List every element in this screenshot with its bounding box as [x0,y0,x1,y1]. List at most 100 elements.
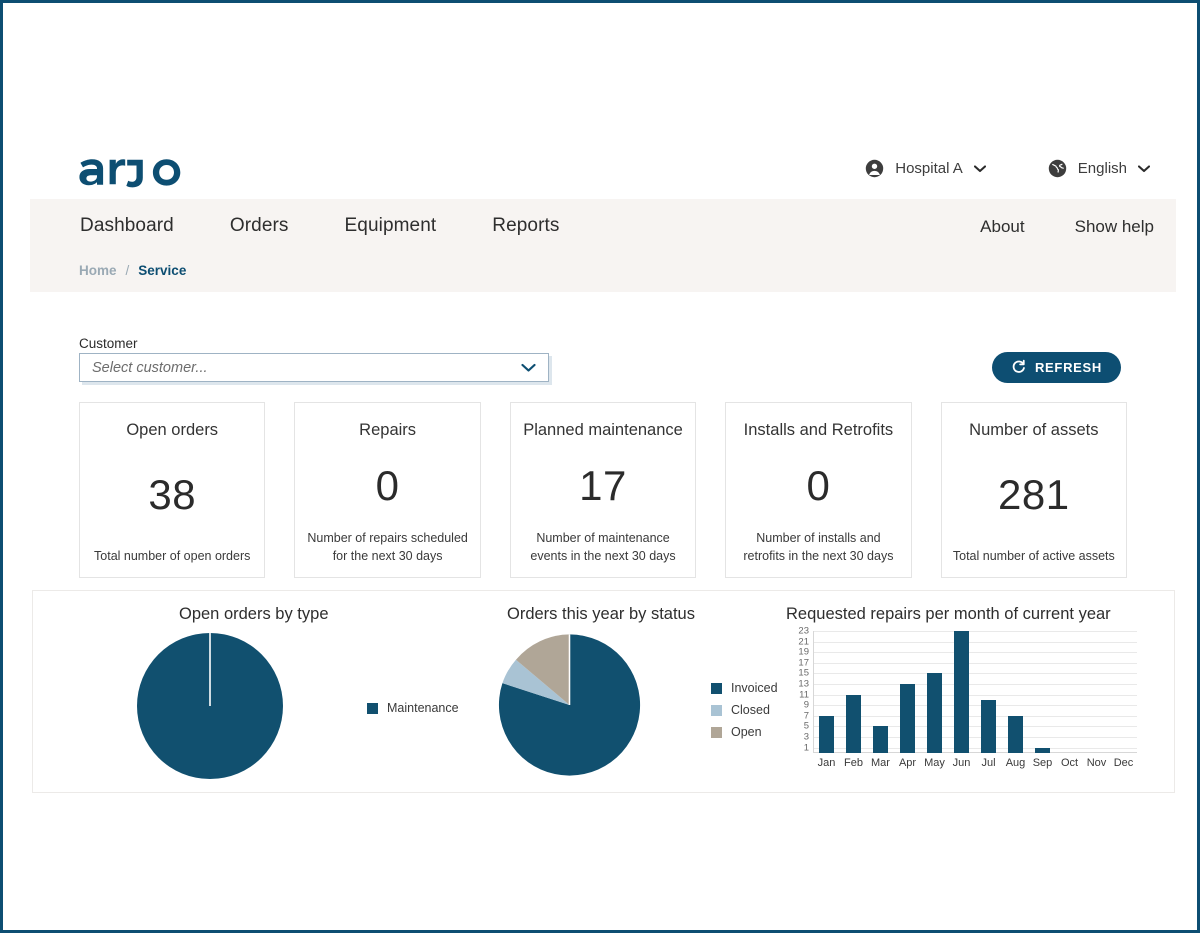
x-tick-label: Sep [1032,757,1053,769]
nav-item-show-help[interactable]: Show help [1075,217,1154,237]
legend-open-orders-by-type: Maintenance [367,701,459,715]
gridline [813,662,1137,664]
legend-item[interactable]: Maintenance [367,701,459,715]
account-menu[interactable]: Hospital A [865,159,986,178]
chart-title-requested-repairs: Requested repairs per month of current y… [786,605,1111,623]
bar-mar[interactable] [872,726,889,753]
legend-swatch-closed [711,704,722,716]
kpi-value: 0 [806,461,831,509]
charts-panel: Open orders by type Maintenance Orders t… [32,590,1175,793]
bar-jun[interactable] [953,631,970,753]
bar-may[interactable] [926,673,943,753]
x-tick-label: Jun [952,757,971,769]
kpi-value: 0 [375,461,400,509]
refresh-button-label: REFRESH [1034,360,1102,375]
refresh-button[interactable]: REFRESH [991,352,1121,383]
legend-item[interactable]: Closed [711,703,778,717]
kpi-subtitle: Number of installs and retrofits in the … [743,530,894,563]
y-tick-label: 17 [798,657,809,669]
gridline [813,641,1137,643]
legend-label: Maintenance [387,701,459,715]
legend-item[interactable]: Invoiced [711,681,778,695]
gridline [813,631,1137,632]
chevron-down-icon [973,160,986,177]
bar-chart-x-axis [813,752,1137,753]
bar-chart-y-axis [813,631,814,753]
x-tick-label: Dec [1113,757,1134,769]
nav-item-dashboard[interactable]: Dashboard [80,215,174,237]
kpi-card-repairs: Repairs 0 Number of repairs scheduled fo… [294,402,481,578]
x-tick-label: Jan [817,757,836,769]
customer-label: Customer [79,336,138,351]
nav-item-reports[interactable]: Reports [492,215,559,237]
header-actions: Hospital A English [865,159,1151,178]
nav-item-orders[interactable]: Orders [230,215,289,237]
y-tick-label: 11 [799,689,809,701]
gridline [813,726,1137,728]
gridline [813,652,1137,654]
kpi-title: Repairs [359,421,417,439]
nav-item-about[interactable]: About [980,217,1024,237]
y-tick-label: 19 [798,646,809,658]
legend-orders-by-status: Invoiced Closed Open [711,681,778,739]
user-circle-icon [865,159,884,178]
arjo-logo-icon [79,159,181,188]
customer-select-placeholder: Select customer... [92,359,208,376]
refresh-icon [1011,359,1026,377]
breadcrumb: Home / Service [79,263,186,278]
y-tick-label: 15 [798,667,809,679]
kpi-subtitle: Number of repairs scheduled for the next… [307,530,468,563]
language-menu[interactable]: English [1048,159,1151,178]
kpi-title: Open orders [126,421,219,439]
gridline [813,747,1137,749]
main-navigation: Dashboard Orders Equipment Reports [80,215,560,237]
bar-feb[interactable] [845,694,862,753]
y-tick-label: 7 [803,710,809,722]
account-label: Hospital A [895,160,963,177]
page-root: Hospital A English Dashboard Orders Equi… [0,0,1200,933]
gridline [813,715,1137,717]
gridline [813,673,1137,675]
legend-swatch-open [711,726,722,738]
bar-aug[interactable] [1007,715,1024,753]
gridline [813,705,1137,707]
breadcrumb-home[interactable]: Home [79,263,117,278]
x-tick-label: May [924,757,945,769]
gridline [813,684,1137,686]
kpi-title: Installs and Retrofits [743,421,894,439]
language-label: English [1077,160,1127,177]
x-tick-label: Jul [981,757,996,769]
y-tick-label: 9 [803,699,809,711]
legend-label: Open [731,725,762,739]
x-tick-label: Aug [1005,757,1026,769]
kpi-value: 17 [579,461,627,509]
gridline [813,694,1137,696]
legend-item[interactable]: Open [711,725,778,739]
pie-chart-open-orders-by-type-svg [137,633,283,779]
chevron-down-icon [1137,160,1151,177]
y-tick-label: 21 [798,636,809,648]
masthead: Hospital A English [6,6,1194,201]
bar-jan[interactable] [818,715,835,753]
breadcrumb-current: Service [138,263,187,278]
customer-select[interactable]: Select customer... [79,353,549,382]
kpi-card-row: Open orders 38 Total number of open orde… [79,402,1128,578]
bar-sep[interactable] [1034,747,1051,753]
pie-chart-orders-by-status-svg [498,634,641,776]
legend-label: Invoiced [731,681,778,695]
x-tick-label: Apr [898,757,917,769]
x-tick-label: Feb [844,757,863,769]
bar-apr[interactable] [899,684,916,753]
kpi-card-installs-retrofits: Installs and Retrofits 0 Number of insta… [725,402,912,578]
kpi-subtitle: Number of maintenance events in the next… [530,530,676,563]
kpi-card-planned-maintenance: Planned maintenance 17 Number of mainten… [509,402,697,578]
nav-item-equipment[interactable]: Equipment [345,215,437,237]
x-tick-label: Oct [1060,757,1079,769]
chevron-down-icon [521,363,548,373]
legend-swatch-invoiced [711,682,722,694]
kpi-subtitle: Total number of open orders [94,548,251,563]
bar-jul[interactable] [980,699,997,753]
bar-chart-requested-repairs: 1 3 5 7 9 11 13 15 17 19 21 23 Jan Feb Mar Apr May Jun Ju… [798,626,1137,769]
y-tick-label: 5 [803,720,809,732]
arjo-logo[interactable] [78,154,184,188]
